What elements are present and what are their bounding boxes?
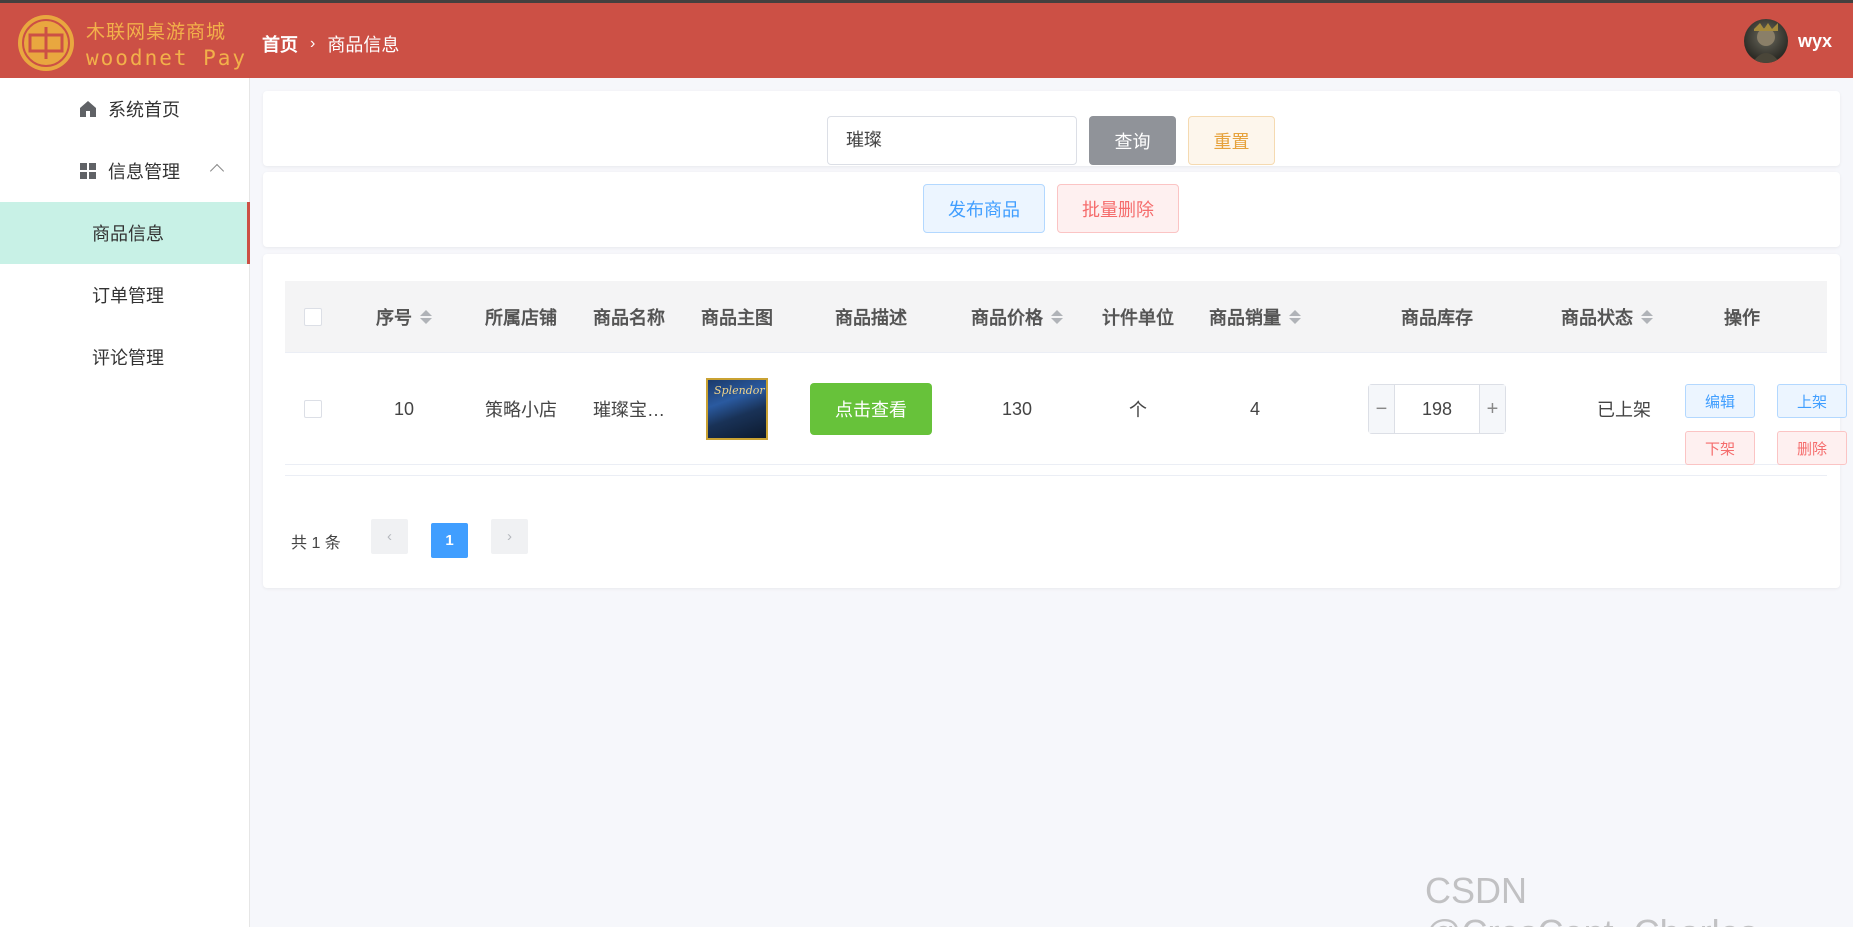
sidebar-item-comment-management[interactable]: 评论管理: [0, 326, 250, 388]
th-label: 商品销量: [1209, 308, 1281, 328]
chevron-right-icon: ›: [310, 35, 316, 52]
th-name: 商品名称: [575, 281, 683, 353]
th-label: 商品库存: [1401, 308, 1473, 328]
cell-name: 璀璨宝…: [593, 400, 665, 420]
list-on-button[interactable]: 上架: [1777, 384, 1847, 418]
sidebar-item-label: 评论管理: [92, 348, 164, 368]
chevron-right-icon: ›: [507, 528, 512, 545]
th-id[interactable]: 序号: [341, 281, 467, 353]
th-label: 操作: [1724, 308, 1760, 328]
pagination-prev-button[interactable]: ‹: [371, 519, 408, 554]
th-label: 商品名称: [593, 308, 665, 328]
th-label: 所属店铺: [485, 308, 557, 328]
cell-sales: 4: [1249, 398, 1260, 419]
decrement-button[interactable]: −: [1369, 385, 1395, 433]
th-desc: 商品描述: [791, 281, 951, 353]
pagination-total: 共 1 条: [291, 535, 341, 552]
home-icon: [78, 99, 98, 119]
chevron-up-icon: [209, 163, 225, 179]
cell-price: 130: [1001, 398, 1033, 419]
username[interactable]: wyx: [1798, 31, 1832, 52]
top-header: 木联网桌游商城 woodnet Pay 首页 › 商品信息 wyx: [0, 0, 1853, 78]
th-price[interactable]: 商品价格: [951, 281, 1083, 353]
sidebar: 系统首页 信息管理 商品信息 订单管理 评论管理: [0, 78, 250, 927]
table-header: 序号 所属店铺 商品名称 商品主图 商品描述 商品价格 计件单位 商品销量 商品…: [285, 281, 1827, 353]
sort-icon[interactable]: [1051, 310, 1063, 324]
row-select-cell: [285, 353, 341, 465]
stock-stepper[interactable]: − 198 +: [1368, 384, 1506, 434]
logo-icon: [18, 15, 74, 71]
table-card: 序号 所属店铺 商品名称 商品主图 商品描述 商品价格 计件单位 商品销量 商品…: [263, 254, 1847, 588]
th-sales[interactable]: 商品销量: [1193, 281, 1317, 353]
select-all-checkbox[interactable]: [304, 308, 322, 326]
publish-button[interactable]: 发布商品: [923, 184, 1045, 233]
pagination-next-button[interactable]: ›: [491, 519, 528, 554]
breadcrumb-home[interactable]: 首页: [262, 31, 298, 57]
sidebar-item-info-management[interactable]: 信息管理: [0, 140, 250, 202]
logo-title-en: woodnet Pay: [86, 46, 248, 70]
product-image-text: Splendor: [714, 384, 765, 397]
chevron-left-icon: ‹: [387, 528, 392, 545]
table-row: 10 策略小店 璀璨宝… Splendor 点击查看 130 个 4 − 198…: [285, 353, 1847, 465]
th-status[interactable]: 商品状态: [1557, 281, 1657, 353]
th-label: 商品价格: [971, 308, 1043, 328]
search-input[interactable]: 璀璨: [827, 116, 1077, 165]
logo-text: 木联网桌游商城 woodnet Pay: [86, 17, 247, 70]
grid-icon: [78, 161, 98, 181]
row-checkbox[interactable]: [304, 400, 322, 418]
list-off-button[interactable]: 下架: [1685, 431, 1755, 465]
increment-button[interactable]: +: [1479, 385, 1505, 433]
sort-icon[interactable]: [420, 310, 432, 324]
th-label: 序号: [376, 308, 412, 328]
th-label: 商品描述: [835, 308, 907, 328]
edit-button[interactable]: 编辑: [1685, 384, 1755, 418]
view-description-button[interactable]: 点击查看: [810, 383, 932, 435]
sort-icon[interactable]: [1641, 310, 1653, 324]
query-button[interactable]: 查询: [1089, 116, 1176, 165]
search-card: 璀璨 查询 重置: [263, 91, 1840, 166]
th-label: 商品主图: [701, 308, 773, 328]
sidebar-item-product-info[interactable]: 商品信息: [0, 202, 250, 264]
th-image: 商品主图: [683, 281, 791, 353]
action-card: 发布商品 批量删除: [263, 172, 1840, 247]
th-store: 所属店铺: [467, 281, 575, 353]
cell-unit: 个: [1129, 400, 1147, 420]
breadcrumb-current: 商品信息: [327, 35, 400, 55]
reset-button[interactable]: 重置: [1188, 116, 1275, 165]
cell-desc: 点击查看: [791, 353, 951, 465]
batch-delete-button[interactable]: 批量删除: [1057, 184, 1179, 233]
cell-stock: − 198 +: [1317, 353, 1557, 465]
cell-status: 已上架: [1597, 400, 1651, 420]
pagination-page-button[interactable]: 1: [431, 523, 468, 558]
sidebar-item-order-management[interactable]: 订单管理: [0, 264, 250, 326]
table-divider: [285, 475, 1827, 476]
breadcrumb: 首页 › 商品信息: [262, 31, 399, 57]
sidebar-item-home[interactable]: 系统首页: [0, 78, 250, 140]
sidebar-item-label: 商品信息: [92, 224, 164, 244]
delete-button[interactable]: 删除: [1777, 431, 1847, 465]
th-operations: 操作: [1657, 281, 1827, 353]
sidebar-item-label: 系统首页: [108, 100, 180, 120]
select-all-cell: [285, 281, 341, 353]
product-image[interactable]: Splendor: [706, 378, 768, 440]
stock-value[interactable]: 198: [1395, 385, 1479, 433]
th-label: 计件单位: [1102, 308, 1174, 328]
cell-image: Splendor: [683, 353, 791, 465]
sort-icon[interactable]: [1289, 310, 1301, 324]
sidebar-item-label: 信息管理: [108, 162, 180, 182]
cell-id: 10: [393, 398, 415, 419]
th-label: 商品状态: [1561, 308, 1633, 328]
th-unit: 计件单位: [1083, 281, 1193, 353]
logo-title-cn: 木联网桌游商城: [86, 21, 227, 43]
sidebar-item-label: 订单管理: [92, 286, 164, 306]
th-stock: 商品库存: [1317, 281, 1557, 353]
cell-store: 策略小店: [485, 400, 557, 420]
avatar-image: [1752, 23, 1780, 63]
avatar[interactable]: [1744, 19, 1788, 63]
watermark: CSDN @CresCent_Charles: [1425, 870, 1758, 927]
